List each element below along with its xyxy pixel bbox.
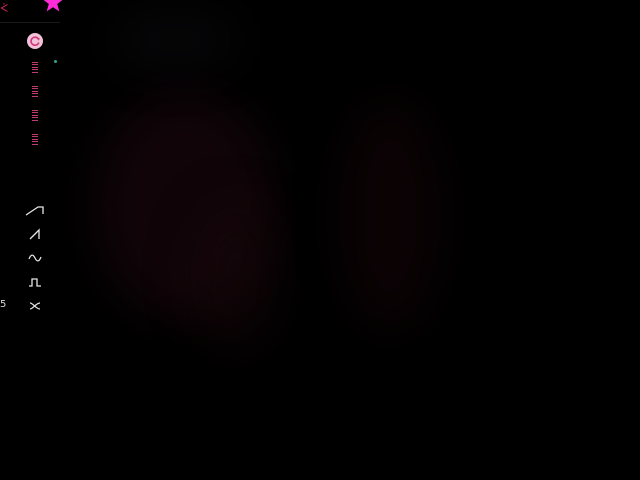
layer-button-2[interactable]: [25, 81, 45, 101]
sync-button[interactable]: [25, 31, 45, 51]
status-indicator: [54, 60, 57, 63]
sawtooth-icon: [29, 228, 40, 240]
stack-icon: [32, 61, 38, 73]
divider: [0, 22, 60, 23]
background-glow: [110, 10, 240, 70]
ramp-up-button[interactable]: [25, 200, 45, 220]
sine-icon: [28, 254, 42, 262]
square-icon: [29, 278, 41, 287]
stack-icon: [32, 109, 38, 121]
background-glow: [190, 200, 280, 350]
layer-button-3[interactable]: [25, 105, 45, 125]
value-readout: 5: [0, 299, 7, 310]
background-glow: [95, 90, 275, 320]
sawtooth-button[interactable]: [25, 224, 45, 244]
star-logo-icon[interactable]: [41, 0, 65, 14]
ramp-up-icon: [25, 206, 44, 216]
random-button[interactable]: [25, 296, 45, 316]
background-glow: [340, 100, 440, 330]
square-button[interactable]: [25, 272, 45, 292]
app-canvas: ᢵ 5: [0, 0, 640, 480]
sync-icon: [27, 33, 43, 49]
collapse-icon[interactable]: ᢵ: [0, 3, 12, 15]
stack-icon: [32, 133, 38, 145]
stack-icon: [32, 85, 38, 97]
sine-button[interactable]: [25, 248, 45, 268]
random-icon: [29, 302, 41, 310]
layer-button-4[interactable]: [25, 129, 45, 149]
layer-button-1[interactable]: [25, 57, 45, 77]
